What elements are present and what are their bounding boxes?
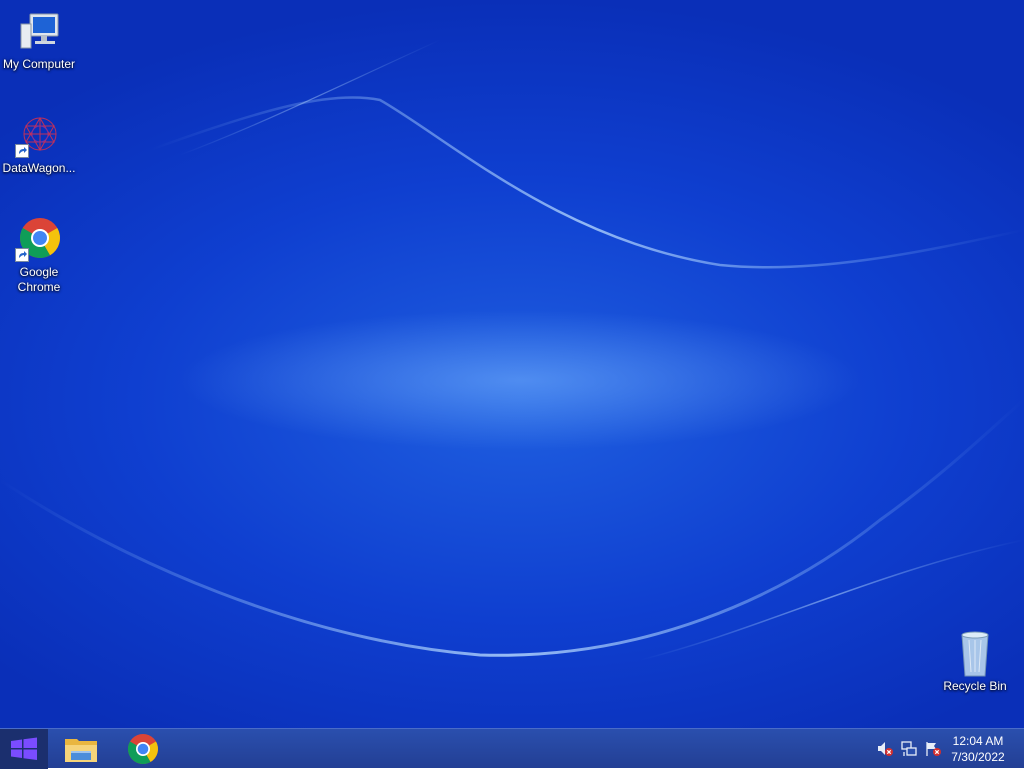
- system-tray: 12:04 AM 7/30/2022: [864, 729, 1024, 769]
- shortcut-arrow-icon: [15, 144, 29, 158]
- desktop-icon-label: Google Chrome: [17, 265, 61, 294]
- desktop-icon-label: Recycle Bin: [943, 679, 1007, 693]
- desktop-icon-google-chrome[interactable]: Google Chrome: [1, 216, 77, 295]
- clock-time: 12:04 AM: [952, 734, 1004, 748]
- chrome-icon: [127, 734, 159, 765]
- datawagon-icon: [15, 112, 63, 160]
- desktop-icon-label: My Computer: [2, 57, 76, 71]
- taskbar-file-explorer[interactable]: [51, 729, 111, 769]
- desktop-icon-label: DataWagon...: [2, 161, 76, 175]
- taskbar: 12:04 AM 7/30/2022: [0, 728, 1024, 769]
- file-explorer-icon: [65, 739, 97, 762]
- windows-logo-icon: [11, 737, 37, 760]
- desktop[interactable]: My Computer DataWagon... Google Chrome R…: [0, 0, 1024, 728]
- speaker-muted-icon[interactable]: [876, 740, 894, 758]
- recycle-bin-icon: [951, 630, 999, 678]
- start-button[interactable]: [0, 729, 48, 769]
- clock-date: 7/30/2022: [951, 750, 1005, 764]
- desktop-icon-datawagon[interactable]: DataWagon...: [1, 112, 77, 176]
- taskbar-clock[interactable]: 12:04 AM 7/30/2022: [948, 733, 1008, 765]
- action-center-flag-icon[interactable]: [924, 740, 942, 758]
- taskbar-chrome[interactable]: [113, 729, 173, 769]
- desktop-icon-recycle-bin[interactable]: Recycle Bin: [937, 630, 1013, 694]
- desktop-icon-my-computer[interactable]: My Computer: [1, 8, 77, 72]
- shortcut-arrow-icon: [15, 248, 29, 262]
- network-icon[interactable]: [900, 740, 918, 758]
- computer-icon: [15, 8, 63, 56]
- chrome-icon: [15, 216, 63, 264]
- wallpaper-streaks: [0, 39, 1024, 661]
